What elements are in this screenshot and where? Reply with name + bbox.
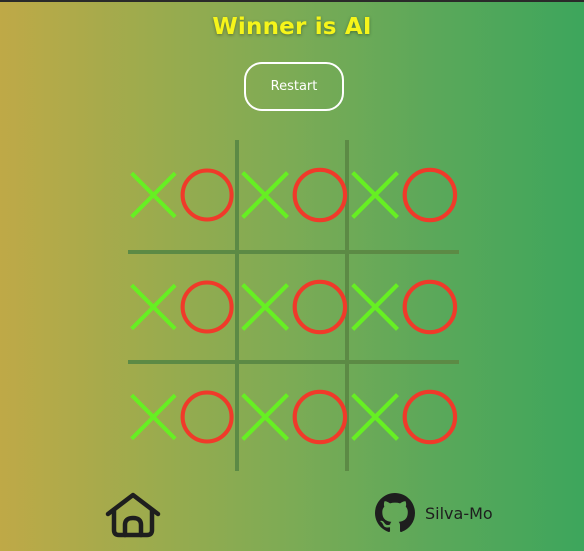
x-mark-icon (351, 283, 399, 331)
o-mark-icon (402, 167, 458, 223)
o-mark-icon (292, 279, 348, 335)
x-mark-icon (241, 393, 289, 441)
restart-button[interactable]: Restart (244, 62, 344, 111)
x-mark-icon (351, 171, 399, 219)
o-mark-icon (180, 168, 234, 222)
github-link[interactable]: Silva-Mo (375, 493, 493, 533)
top-border (0, 0, 584, 2)
o-mark-icon (292, 389, 348, 445)
o-mark-icon (402, 279, 458, 335)
x-mark-icon (351, 393, 399, 441)
x-mark-icon (241, 283, 289, 331)
o-mark-icon (292, 167, 348, 223)
board-cell[interactable] (128, 364, 235, 470)
x-mark-icon (130, 393, 177, 441)
o-mark-icon (180, 390, 234, 444)
board-cell[interactable] (349, 254, 459, 360)
x-mark-icon (130, 283, 177, 331)
board-cell[interactable] (349, 364, 459, 470)
board-cell[interactable] (239, 140, 349, 250)
github-icon (375, 493, 415, 533)
game-board (128, 140, 459, 471)
home-icon (105, 492, 161, 538)
board-cell[interactable] (128, 140, 235, 250)
board-cell[interactable] (349, 140, 459, 250)
board-cell[interactable] (128, 254, 235, 360)
x-mark-icon (241, 171, 289, 219)
board-cell[interactable] (239, 364, 349, 470)
home-button[interactable] (104, 492, 162, 538)
board-cell[interactable] (239, 254, 349, 360)
x-mark-icon (130, 171, 177, 219)
o-mark-icon (402, 389, 458, 445)
o-mark-icon (180, 280, 234, 334)
game-status: Winner is AI (212, 14, 372, 40)
github-username: Silva-Mo (425, 503, 493, 523)
